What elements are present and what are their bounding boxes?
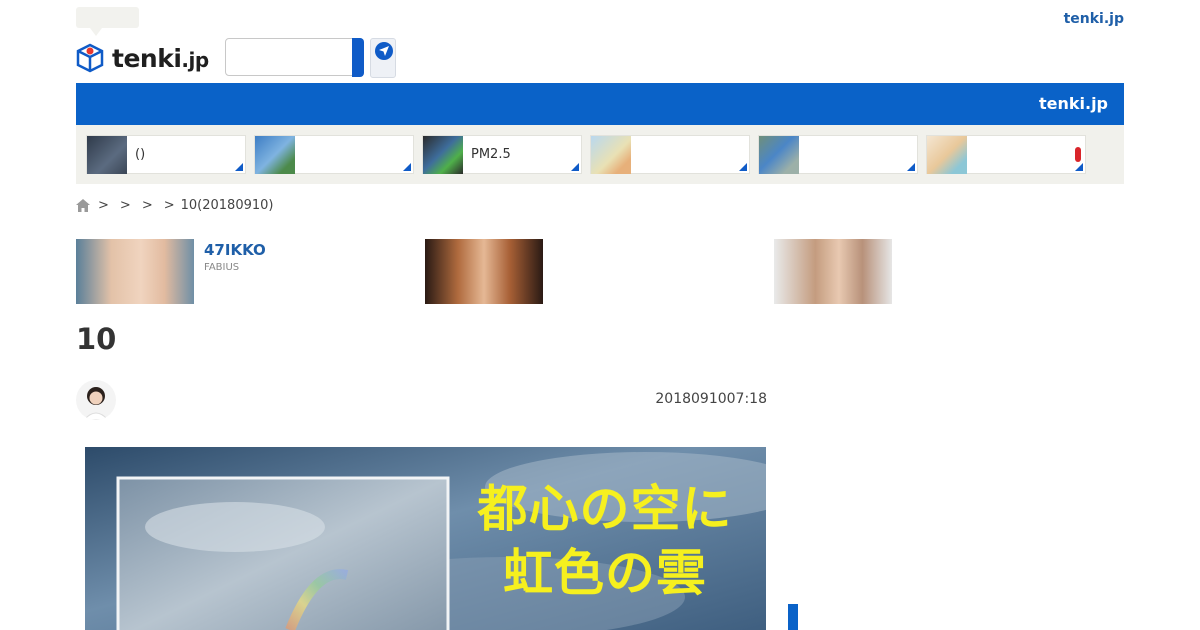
article-hero-image: 都心の空に 虹色の雲 [85,447,766,630]
related-thumbnail [774,239,892,304]
speech-bubble [76,7,139,36]
related-source: FABIUS [204,262,240,273]
nav-bar: tenki.jp [76,83,1124,125]
nav-brand[interactable]: tenki.jp [1039,94,1108,113]
lifestyle-index-icon [927,136,967,174]
corner-arrow-icon [403,163,411,171]
rain-map-icon [759,136,799,174]
corner-arrow-icon [739,163,747,171]
tile-japan-map[interactable] [590,135,750,174]
corner-arrow-icon [571,163,579,171]
related-thumbnail [76,239,194,304]
tile-label: () [135,147,146,162]
site-logo[interactable]: tenki.jp [76,41,209,75]
current-location-button[interactable] [370,38,396,78]
location-arrow-icon [375,42,393,60]
search-input[interactable] [225,38,361,76]
breadcrumb-separator: > [141,197,153,213]
breadcrumb-separator: > [163,197,175,213]
tile-radar[interactable] [254,135,414,174]
tile-rain[interactable] [758,135,918,174]
tile-pm25[interactable]: PM2.5 [422,135,582,174]
search-button[interactable] [352,38,364,77]
home-icon[interactable] [76,198,90,212]
tile-lifestyle[interactable] [926,135,1086,174]
hero-caption-line: 都心の空に [477,480,733,538]
radar-map-icon [255,136,295,174]
tile-satellite[interactable]: () [86,135,246,174]
logo-text: tenki.jp [112,43,209,73]
red-indicator-icon [1075,147,1081,162]
article-title: 10 [76,322,117,356]
breadcrumb-separator: > [98,197,109,213]
article-date: 2018091007:18 [655,391,767,407]
corner-arrow-icon [1075,163,1083,171]
related-title: 47IKKO [204,241,266,259]
tile-label: PM2.5 [471,147,511,162]
top-link[interactable]: tenki.jp [1064,11,1124,27]
breadcrumb-separator: > [119,197,131,213]
hero-caption: 都心の空に 虹色の雲 [455,477,755,605]
cube-logo-icon [76,43,104,73]
hero-caption-line: 虹色の雲 [503,544,707,602]
corner-arrow-icon [235,163,243,171]
author-avatar[interactable] [76,380,116,420]
pm25-map-icon [423,136,463,174]
map-tiles: () PM2.5 [76,125,1124,184]
satellite-map-icon [87,136,127,174]
sidebar-accent [788,604,798,630]
breadcrumb: > > > > 10(20180910) [76,196,273,214]
breadcrumb-current: 10(20180910) [180,197,274,213]
japan-map-icon [591,136,631,174]
related-thumbnail [425,239,543,304]
corner-arrow-icon [907,163,915,171]
